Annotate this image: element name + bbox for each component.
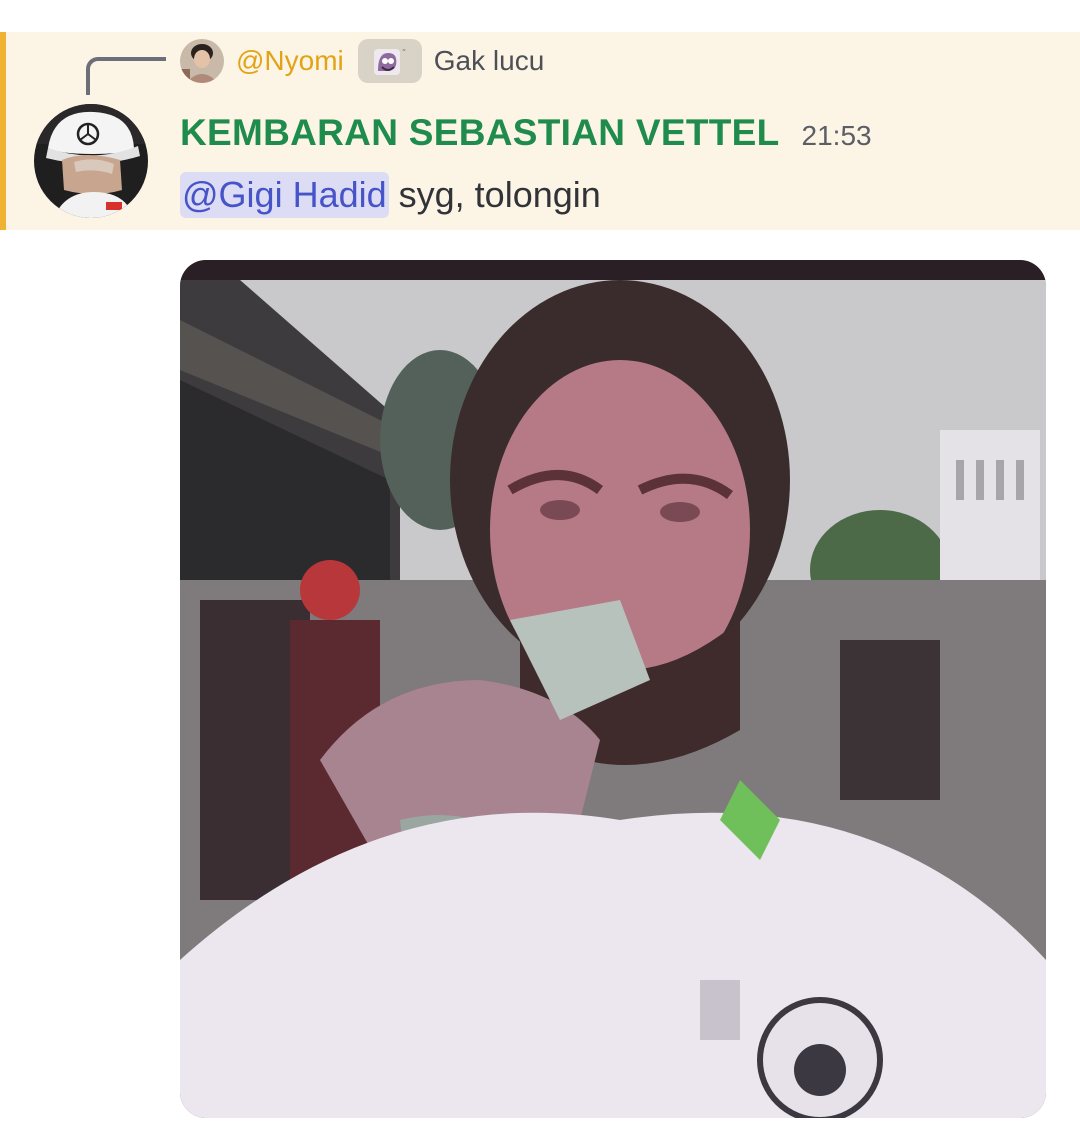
reply-message-text[interactable]: Gak lucu	[434, 45, 545, 77]
message-timestamp: 21:53	[801, 120, 872, 151]
user-mention[interactable]: @Gigi Hadid	[180, 172, 389, 218]
message-text: syg, tolongin	[398, 174, 601, 215]
reply-connector-line	[86, 57, 166, 95]
message-header: KEMBARAN SEBASTIAN VETTEL 21:53	[180, 112, 872, 160]
chat-message[interactable]: @Nyomi “ Gak lucu KEMBARAN SEBASTIAN VET…	[0, 32, 1080, 230]
video-attachment-image[interactable]	[180, 260, 1046, 1118]
reply-author-avatar[interactable]	[180, 39, 224, 83]
message-content: @Gigi Hadid syg, tolongin	[180, 168, 601, 222]
custom-emoji-icon: “	[357, 39, 422, 83]
author-avatar[interactable]	[34, 104, 148, 218]
reply-preview[interactable]: @Nyomi “ Gak lucu	[180, 38, 544, 84]
reply-author-name[interactable]: @Nyomi	[236, 45, 344, 77]
author-username[interactable]: KEMBARAN SEBASTIAN VETTEL	[180, 112, 780, 154]
mention-highlight-bar	[0, 32, 6, 230]
chat-page: @Nyomi “ Gak lucu KEMBARAN SEBASTIAN VET…	[0, 0, 1080, 1136]
svg-text:“: “	[402, 48, 406, 57]
